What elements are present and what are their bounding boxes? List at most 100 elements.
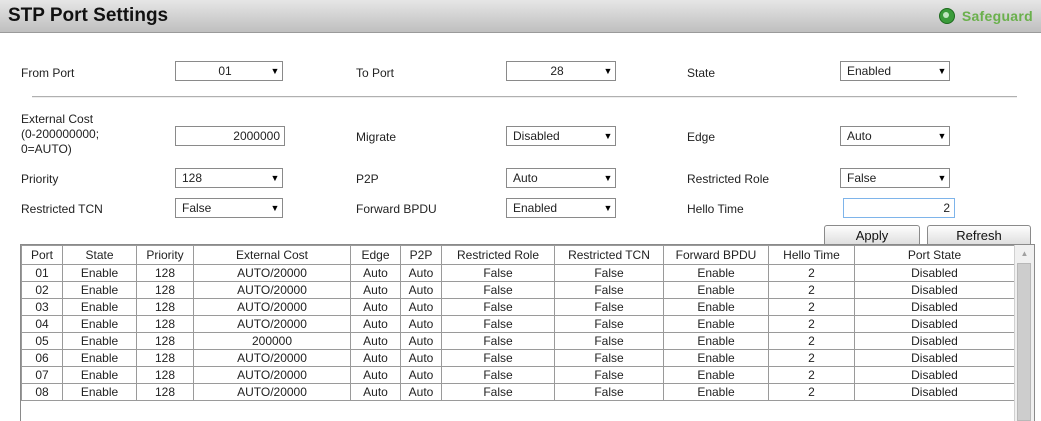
p2p-value: Auto [513,171,538,185]
restricted-tcn-label: Restricted TCN [21,202,103,216]
p2p-label: P2P [356,172,379,186]
table-cell: Enable [62,264,137,282]
scroll-thumb[interactable] [1017,263,1031,421]
priority-label: Priority [21,172,59,186]
table-cell: Enable [62,366,137,384]
table-cell: False [441,349,555,367]
table-cell: False [554,298,664,316]
table-cell: Auto [400,281,442,299]
table-row: 08 Enable 128 AUTO/20000 Auto Auto False False E… [21,383,1015,401]
external-cost-label-line: External Cost [21,112,94,126]
table-cell: 07 [21,366,63,384]
table-cell: AUTO/20000 [193,298,351,316]
restricted-tcn-select[interactable]: False ▼ [175,198,283,218]
table-cell: 128 [136,315,194,333]
chevron-down-icon: ▼ [937,66,947,76]
priority-value: 128 [182,171,203,185]
priority-select[interactable]: 128 ▼ [175,168,283,188]
table-row: 02 Enable 128 AUTO/20000 Auto Auto False False E… [21,281,1015,299]
table-cell: AUTO/20000 [193,366,351,384]
from-port-select[interactable]: 01 ▼ [175,61,283,81]
column-header: Priority [136,245,194,265]
table-cell: Auto [400,332,442,350]
table-cell: Disabled [854,366,1015,384]
to-port-value: 28 [550,64,564,78]
table-cell: 128 [136,281,194,299]
table-cell: Enable [663,332,769,350]
external-cost-input[interactable]: 2000000 [175,126,285,146]
column-header: Edge [350,245,401,265]
table-cell: Auto [350,264,401,282]
table-cell: Disabled [854,332,1015,350]
restricted-tcn-value: False [182,201,212,215]
chevron-down-icon: ▼ [603,131,613,141]
table-cell: Auto [400,298,442,316]
table-cell: Disabled [854,383,1015,401]
table-cell: 2 [768,315,855,333]
table-cell: 2 [768,281,855,299]
title-bar: STP Port Settings Safeguard [0,0,1041,33]
chevron-down-icon: ▼ [270,173,280,183]
migrate-select[interactable]: Disabled ▼ [506,126,616,146]
external-cost-auto-line: 0=AUTO) [21,142,72,156]
edge-label: Edge [687,130,716,144]
section-divider [32,96,1017,98]
table-cell: False [554,264,664,282]
table-cell: 01 [21,264,63,282]
table-cell: False [441,315,555,333]
table-scrollbar[interactable]: ▲ [1014,245,1034,421]
p2p-select[interactable]: Auto ▼ [506,168,616,188]
forward-bpdu-label: Forward BPDU [356,202,437,216]
scroll-up-icon[interactable]: ▲ [1015,245,1034,262]
table-cell: False [441,298,555,316]
table-cell: Auto [350,298,401,316]
table-cell: Enable [62,281,137,299]
table-cell: Enable [663,264,769,282]
from-port-value: 01 [218,64,232,78]
table-cell: Auto [400,366,442,384]
table-cell: False [441,281,555,299]
safeguard-badge: Safeguard [938,6,1033,26]
forward-bpdu-select[interactable]: Enabled ▼ [506,198,616,218]
port-settings-table-container: Port State Priority External Cost Edge P2P Res… [20,244,1035,421]
forward-bpdu-value: Enabled [513,201,558,215]
table-cell: 08 [21,383,63,401]
table-cell: Enable [62,332,137,350]
restricted-role-select[interactable]: False ▼ [840,168,950,188]
chevron-down-icon: ▼ [603,203,613,213]
column-header: P2P [400,245,442,265]
table-cell: Disabled [854,349,1015,367]
restricted-role-value: False [847,171,877,185]
external-cost-label: External Cost (0-200000000; 0=AUTO) [21,112,99,157]
chevron-down-icon: ▼ [937,131,947,141]
table-cell: Disabled [854,298,1015,316]
table-cell: 128 [136,349,194,367]
chevron-down-icon: ▼ [603,173,613,183]
state-label: State [687,66,716,80]
table-cell: False [554,332,664,350]
table-cell: Auto [350,383,401,401]
state-select[interactable]: Enabled ▼ [840,61,950,81]
from-port-label: From Port [21,66,75,80]
table-header-row: Port State Priority External Cost Edge P2P Res… [21,245,1015,265]
table-cell: Disabled [854,281,1015,299]
table-cell: Auto [350,349,401,367]
table-cell: 02 [21,281,63,299]
hello-time-label: Hello Time [687,202,744,216]
table-cell: Disabled [854,315,1015,333]
hello-time-input[interactable]: 2 [843,198,955,218]
column-header: Hello Time [768,245,855,265]
column-header: Restricted TCN [554,245,664,265]
safeguard-status-icon [938,8,955,24]
column-header: Port [21,245,63,265]
edge-select[interactable]: Auto ▼ [840,126,950,146]
to-port-select[interactable]: 28 ▼ [506,61,616,81]
state-value: Enabled [847,64,892,78]
table-cell: Enable [62,298,137,316]
table-row: 05 Enable 128 200000 Auto Auto False False Enabl… [21,332,1015,350]
table-cell: Auto [350,281,401,299]
table-cell: 128 [136,298,194,316]
table-cell: 03 [21,298,63,316]
table-row: 07 Enable 128 AUTO/20000 Auto Auto False False E… [21,366,1015,384]
table-cell: 04 [21,315,63,333]
